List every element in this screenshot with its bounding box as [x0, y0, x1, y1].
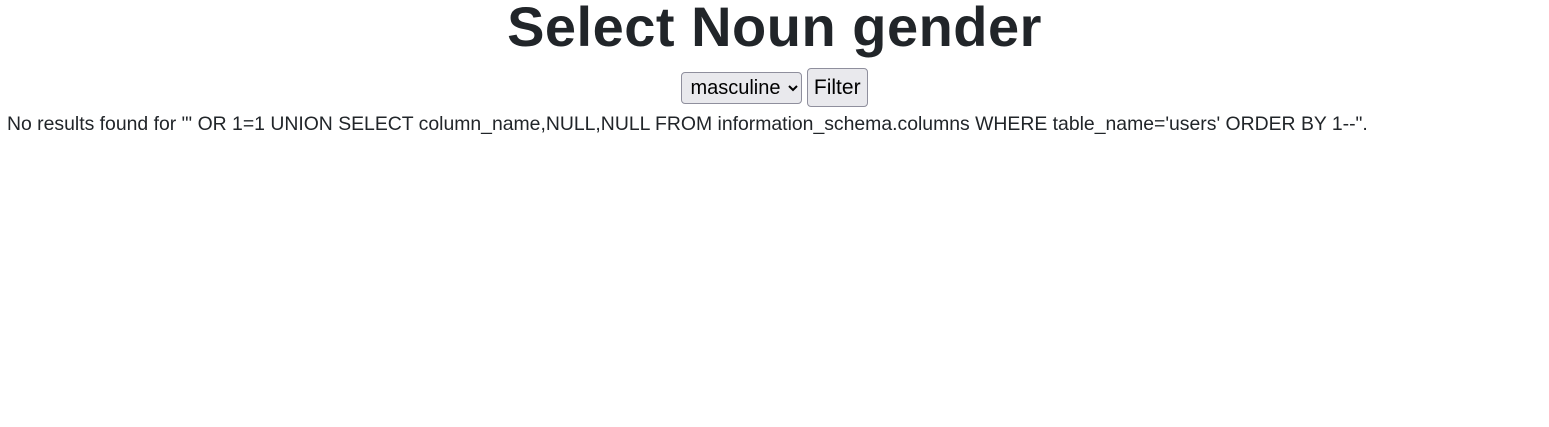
no-results-message: No results found for "' OR 1=1 UNION SEL…	[7, 113, 1368, 135]
gender-select[interactable]: masculine	[681, 71, 803, 104]
page-title: Select Noun gender	[507, 0, 1042, 58]
filter-form: masculine Filter	[0, 68, 1549, 107]
filter-button[interactable]: Filter	[806, 68, 868, 107]
